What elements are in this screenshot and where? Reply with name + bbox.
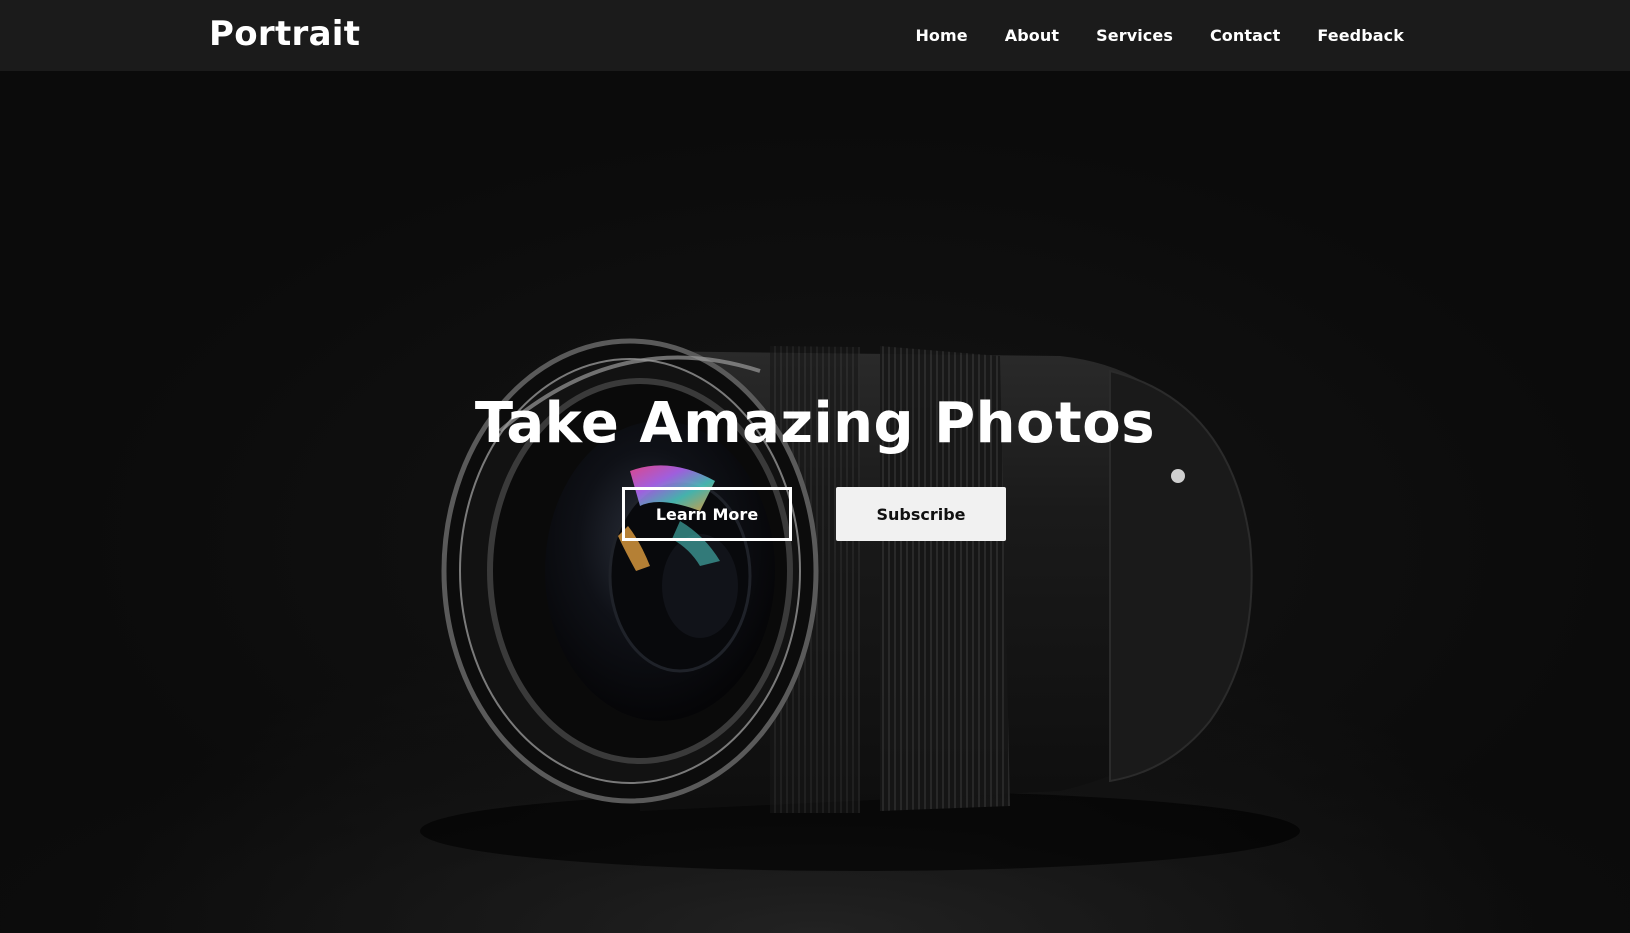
learn-more-button[interactable]: Learn More (622, 487, 792, 541)
nav-link-feedback[interactable]: Feedback (1317, 26, 1404, 45)
hero-section: Take Amazing Photos Learn More Subscribe (0, 71, 1630, 933)
page: Portrait Home About Services Contact Fee… (0, 0, 1630, 933)
nav-link-services[interactable]: Services (1096, 26, 1173, 45)
subscribe-button[interactable]: Subscribe (836, 487, 1006, 541)
nav-link-home[interactable]: Home (915, 26, 967, 45)
nav-link-about[interactable]: About (1005, 26, 1059, 45)
brand-logo[interactable]: Portrait (209, 12, 360, 56)
hero-buttons: Learn More Subscribe (622, 487, 1007, 542)
nav-links: Home About Services Contact Feedback (915, 0, 1404, 71)
navbar: Portrait Home About Services Contact Fee… (0, 0, 1630, 71)
hero-title: Take Amazing Photos (474, 391, 1156, 456)
nav-link-contact[interactable]: Contact (1210, 26, 1280, 45)
hero-content: Take Amazing Photos (0, 391, 1630, 457)
